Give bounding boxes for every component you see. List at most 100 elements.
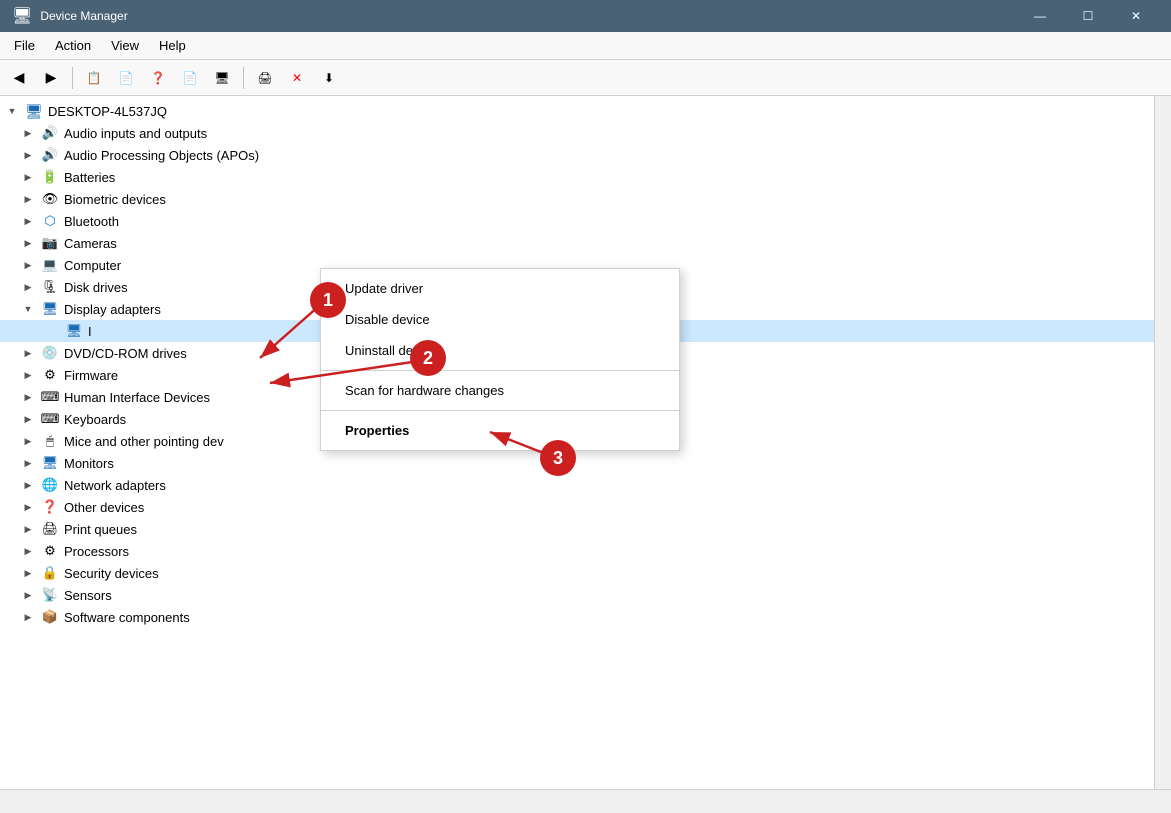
monitors-icon: 🖥 xyxy=(40,453,60,473)
tree-item-network[interactable]: ▶ 🌐 Network adapters xyxy=(0,474,1154,496)
processors-label: Processors xyxy=(64,544,129,559)
expand-biometric[interactable]: ▶ xyxy=(20,191,36,207)
root-icon: 🖥 xyxy=(24,101,44,121)
sensors-label: Sensors xyxy=(64,588,112,603)
window-title: Device Manager xyxy=(40,9,1017,23)
download-button[interactable]: ⬇ xyxy=(314,64,344,92)
tree-item-print[interactable]: ▶ 🖨 Print queues xyxy=(0,518,1154,540)
software-label: Software components xyxy=(64,610,190,625)
scrollbar[interactable] xyxy=(1154,96,1171,789)
other-icon: ❓ xyxy=(40,497,60,517)
tree-item-other[interactable]: ▶ ❓ Other devices xyxy=(0,496,1154,518)
driver-button[interactable]: 📄 xyxy=(111,64,141,92)
expand-root[interactable]: ▼ xyxy=(4,103,20,119)
expand-firmware[interactable]: ▶ xyxy=(20,367,36,383)
security-icon: 🔒 xyxy=(40,563,60,583)
tree-item-audio-apo[interactable]: ▶ 🔊 Audio Processing Objects (APOs) xyxy=(0,144,1154,166)
other-label: Other devices xyxy=(64,500,144,515)
hid-label: Human Interface Devices xyxy=(64,390,210,405)
ctx-scan-hardware[interactable]: Scan for hardware changes xyxy=(321,375,679,406)
help-button[interactable]: ❓ xyxy=(143,64,173,92)
hid-icon: ⌨ xyxy=(40,387,60,407)
tree-root[interactable]: ▼ 🖥 DESKTOP-4L537JQ xyxy=(0,100,1154,122)
dvd-icon: 💿 xyxy=(40,343,60,363)
tree-item-security[interactable]: ▶ 🔒 Security devices xyxy=(0,562,1154,584)
root-label: DESKTOP-4L537JQ xyxy=(48,104,167,119)
tree-item-software[interactable]: ▶ 📦 Software components xyxy=(0,606,1154,628)
biometric-label: Biometric devices xyxy=(64,192,166,207)
view-button[interactable]: 📄 xyxy=(175,64,205,92)
tree-item-cameras[interactable]: ▶ 📷 Cameras xyxy=(0,232,1154,254)
remove-button[interactable]: ✕ xyxy=(282,64,312,92)
expand-keyboards[interactable]: ▶ xyxy=(20,411,36,427)
dvd-label: DVD/CD-ROM drives xyxy=(64,346,187,361)
expand-bluetooth[interactable]: ▶ xyxy=(20,213,36,229)
expand-display[interactable]: ▼ xyxy=(20,301,36,317)
expand-audio-apo[interactable]: ▶ xyxy=(20,147,36,163)
forward-button[interactable]: ▶ xyxy=(36,64,66,92)
ctx-properties[interactable]: Properties xyxy=(321,415,679,446)
expand-sensors[interactable]: ▶ xyxy=(20,587,36,603)
tree-item-processors[interactable]: ▶ ⚙ Processors xyxy=(0,540,1154,562)
bluetooth-label: Bluetooth xyxy=(64,214,119,229)
status-bar xyxy=(0,789,1171,813)
tree-item-sensors[interactable]: ▶ 📡 Sensors xyxy=(0,584,1154,606)
cameras-icon: 📷 xyxy=(40,233,60,253)
expand-monitors[interactable]: ▶ xyxy=(20,455,36,471)
expand-processors[interactable]: ▶ xyxy=(20,543,36,559)
tree-item-audio-inputs[interactable]: ▶ 🔊 Audio inputs and outputs xyxy=(0,122,1154,144)
batteries-label: Batteries xyxy=(64,170,115,185)
tree-item-biometric[interactable]: ▶ 👁 Biometric devices xyxy=(0,188,1154,210)
menu-view[interactable]: View xyxy=(101,34,149,57)
sensors-icon: 📡 xyxy=(40,585,60,605)
expand-mice[interactable]: ▶ xyxy=(20,433,36,449)
menu-bar: File Action View Help xyxy=(0,32,1171,60)
keyboards-icon: ⌨ xyxy=(40,409,60,429)
close-button[interactable]: ✕ xyxy=(1113,0,1159,32)
expand-other[interactable]: ▶ xyxy=(20,499,36,515)
expand-network[interactable]: ▶ xyxy=(20,477,36,493)
tree-item-batteries[interactable]: ▶ 🔋 Batteries xyxy=(0,166,1154,188)
expand-software[interactable]: ▶ xyxy=(20,609,36,625)
expand-print[interactable]: ▶ xyxy=(20,521,36,537)
menu-file[interactable]: File xyxy=(4,34,45,57)
ctx-separator-1 xyxy=(321,370,679,371)
ctx-uninstall-device[interactable]: Uninstall device xyxy=(321,335,679,366)
back-button[interactable]: ◀ xyxy=(4,64,34,92)
display-label: Display adapters xyxy=(64,302,161,317)
menu-action[interactable]: Action xyxy=(45,34,101,57)
expand-cameras[interactable]: ▶ xyxy=(20,235,36,251)
software-icon: 📦 xyxy=(40,607,60,627)
title-bar: 🖥 Device Manager — ☐ ✕ xyxy=(0,0,1171,32)
ctx-disable-device[interactable]: Disable device xyxy=(321,304,679,335)
context-menu: Update driver Disable device Uninstall d… xyxy=(320,268,680,451)
expand-security[interactable]: ▶ xyxy=(20,565,36,581)
audio-inputs-label: Audio inputs and outputs xyxy=(64,126,207,141)
minimize-button[interactable]: — xyxy=(1017,0,1063,32)
print-button[interactable]: 🖨 xyxy=(250,64,280,92)
print-icon: 🖨 xyxy=(40,519,60,539)
properties-button[interactable]: 📋 xyxy=(79,64,109,92)
ctx-update-driver[interactable]: Update driver xyxy=(321,273,679,304)
bluetooth-icon: ⬡ xyxy=(40,211,60,231)
computer-icon: 💻 xyxy=(40,255,60,275)
expand-computer[interactable]: ▶ xyxy=(20,257,36,273)
computer-button[interactable]: 🖥 xyxy=(207,64,237,92)
menu-help[interactable]: Help xyxy=(149,34,196,57)
maximize-button[interactable]: ☐ xyxy=(1065,0,1111,32)
keyboards-label: Keyboards xyxy=(64,412,126,427)
network-icon: 🌐 xyxy=(40,475,60,495)
toolbar-separator-2 xyxy=(243,67,244,89)
tree-item-monitors[interactable]: ▶ 🖥 Monitors xyxy=(0,452,1154,474)
expand-dvd[interactable]: ▶ xyxy=(20,345,36,361)
expand-disk[interactable]: ▶ xyxy=(20,279,36,295)
expand-audio-inputs[interactable]: ▶ xyxy=(20,125,36,141)
expand-batteries[interactable]: ▶ xyxy=(20,169,36,185)
display-icon: 🖥 xyxy=(40,299,60,319)
tree-item-bluetooth[interactable]: ▶ ⬡ Bluetooth xyxy=(0,210,1154,232)
disk-icon: 🗜 xyxy=(40,277,60,297)
expand-hid[interactable]: ▶ xyxy=(20,389,36,405)
window-controls: — ☐ ✕ xyxy=(1017,0,1159,32)
security-label: Security devices xyxy=(64,566,159,581)
batteries-icon: 🔋 xyxy=(40,167,60,187)
